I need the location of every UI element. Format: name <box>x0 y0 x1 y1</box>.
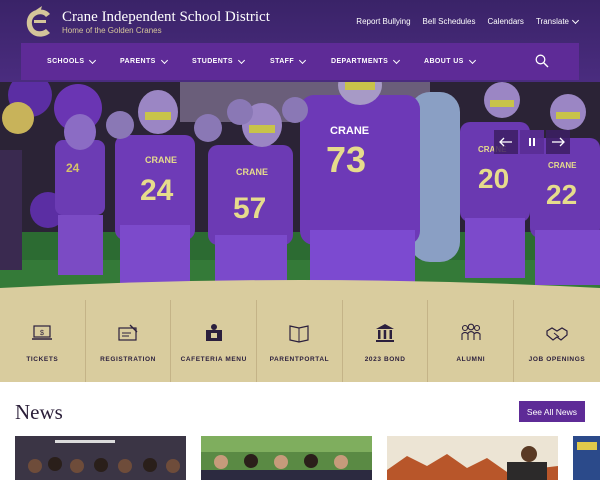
svg-text:24: 24 <box>66 161 80 175</box>
quicklink-registration[interactable]: REGISTRATION <box>86 300 172 382</box>
quicklink-2023-bond[interactable]: 2023 BOND <box>343 300 429 382</box>
tagline: Home of the Golden Cranes <box>62 26 162 35</box>
svg-text:CRANE: CRANE <box>548 161 577 170</box>
nav-label: PARENTS <box>120 58 156 65</box>
crane-c-logo-icon[interactable] <box>22 6 54 40</box>
chevron-down-icon <box>237 56 245 64</box>
quicklink-label: CAFETERIA MENU <box>180 356 247 363</box>
slider-next-button[interactable] <box>546 130 570 154</box>
bell-schedules-link[interactable]: Bell Schedules <box>423 17 476 26</box>
bond-building-icon <box>376 324 395 342</box>
quicklink-label: PARENTPORTAL <box>269 356 330 363</box>
chevron-down-icon <box>571 16 580 24</box>
news-photo-group <box>201 436 372 480</box>
news-card-image[interactable] <box>201 436 372 480</box>
svg-text:24: 24 <box>140 174 174 207</box>
nav-schools[interactable]: SCHOOLS <box>47 56 97 65</box>
translate-label: Translate <box>535 17 569 26</box>
alumni-group-icon <box>461 323 481 340</box>
nav-staff[interactable]: STAFF <box>270 56 307 65</box>
svg-text:$: $ <box>40 330 44 337</box>
search-icon[interactable] <box>535 54 549 68</box>
svg-text:CRANE: CRANE <box>145 155 177 165</box>
quicklink-label: TICKETS <box>26 356 59 363</box>
nav-label: ABOUT US <box>424 58 464 65</box>
svg-text:CRANE: CRANE <box>330 125 369 137</box>
svg-text:20: 20 <box>478 163 509 194</box>
translate-dropdown[interactable]: Translate <box>535 16 580 26</box>
chevron-down-icon <box>468 56 476 64</box>
main-navigation: SCHOOLS PARENTS STUDENTS STAFF DEPARTMEN… <box>21 43 579 80</box>
nav-label: SCHOOLS <box>47 58 85 65</box>
nav-about-us[interactable]: ABOUT US <box>424 56 476 65</box>
quicklink-tickets[interactable]: $ TICKETS <box>0 300 86 382</box>
slider-pause-button[interactable] <box>520 130 544 154</box>
news-photo-students <box>15 436 186 480</box>
utility-links: Report Bullying Bell Schedules Calendars… <box>356 16 580 26</box>
chevron-down-icon <box>299 56 307 64</box>
svg-text:22: 22 <box>546 179 577 210</box>
nav-departments[interactable]: DEPARTMENTS <box>331 56 401 65</box>
nav-students[interactable]: STUDENTS <box>192 56 245 65</box>
news-card-image[interactable] <box>15 436 186 480</box>
quicklink-cafeteria-menu[interactable]: CAFETERIA MENU <box>171 300 258 382</box>
quick-links-band: $ TICKETS REGISTRATION CAFETERIA MENU PA… <box>0 278 600 382</box>
news-photo-partial <box>573 436 600 480</box>
laptop-ticket-icon: $ <box>32 325 53 340</box>
quicklink-alumni[interactable]: ALUMNI <box>428 300 515 382</box>
nav-label: DEPARTMENTS <box>331 58 389 65</box>
news-card-image[interactable] <box>387 436 558 480</box>
cafeteria-menu-icon <box>205 324 222 341</box>
slider-prev-button[interactable] <box>494 130 518 154</box>
parent-portal-icon <box>289 325 310 343</box>
quick-links-row: $ TICKETS REGISTRATION CAFETERIA MENU PA… <box>0 300 600 382</box>
quicklink-label: JOB OPENINGS <box>528 356 586 363</box>
svg-text:57: 57 <box>233 192 266 225</box>
chevron-down-icon <box>89 56 97 64</box>
district-name[interactable]: Crane Independent School District <box>62 9 270 26</box>
nav-parents[interactable]: PARENTS <box>120 56 168 65</box>
calendars-link[interactable]: Calendars <box>487 17 523 26</box>
report-bullying-link[interactable]: Report Bullying <box>356 17 410 26</box>
nav-label: STAFF <box>270 58 295 65</box>
svg-text:CRANE: CRANE <box>236 167 268 177</box>
quicklink-label: ALUMNI <box>456 356 486 363</box>
news-card-image[interactable] <box>573 436 600 480</box>
pause-icon <box>529 138 535 146</box>
quicklink-label: 2023 BOND <box>364 356 406 363</box>
quicklink-parentportal[interactable]: PARENTPORTAL <box>257 300 343 382</box>
news-photo-event <box>387 436 558 480</box>
prev-arrow-icon <box>499 137 512 147</box>
see-all-news-button[interactable]: See All News <box>518 401 585 422</box>
handshake-icon <box>546 327 568 341</box>
next-arrow-icon <box>552 137 565 147</box>
chevron-down-icon <box>393 56 401 64</box>
news-heading: News <box>15 400 63 424</box>
quicklink-label: REGISTRATION <box>100 356 156 363</box>
svg-text:73: 73 <box>326 139 366 180</box>
nav-label: STUDENTS <box>192 58 233 65</box>
chevron-down-icon <box>160 56 168 64</box>
quicklink-job-openings[interactable]: JOB OPENINGS <box>514 300 600 382</box>
registration-card-icon <box>118 324 138 341</box>
